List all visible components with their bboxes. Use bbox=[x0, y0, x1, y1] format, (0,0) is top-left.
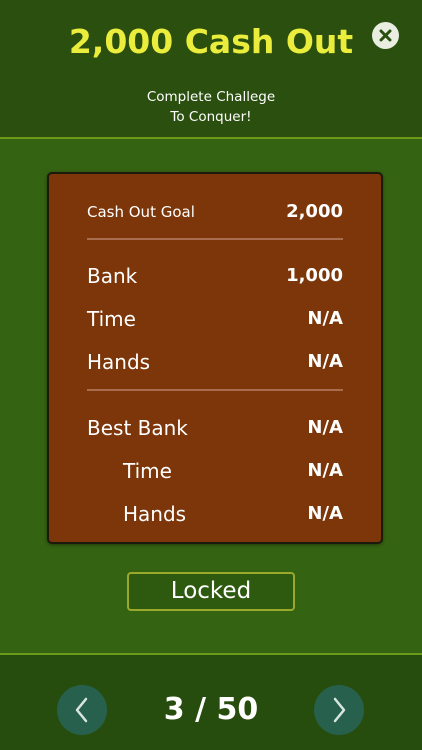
time-label: Time bbox=[87, 307, 136, 331]
stats-card: Cash Out Goal 2,000 Bank 1,000 Time N/A … bbox=[47, 172, 383, 544]
best-time-value: N/A bbox=[307, 460, 343, 481]
best-bank-label: Best Bank bbox=[87, 416, 188, 440]
next-button[interactable] bbox=[314, 685, 364, 735]
best-time-label: Time bbox=[123, 459, 172, 483]
close-button[interactable] bbox=[372, 22, 399, 49]
bank-row: Bank 1,000 bbox=[49, 261, 385, 291]
time-row: Time N/A bbox=[49, 304, 385, 334]
hands-label: Hands bbox=[87, 350, 151, 374]
locked-button[interactable]: Locked bbox=[127, 572, 295, 611]
goal-value: 2,000 bbox=[286, 201, 343, 222]
page-indicator: 3 / 50 bbox=[163, 692, 259, 727]
goal-row: Cash Out Goal 2,000 bbox=[49, 197, 385, 227]
page-subtitle: Complete Challege To Conquer! bbox=[0, 87, 422, 127]
divider bbox=[87, 238, 343, 240]
bank-label: Bank bbox=[87, 264, 138, 288]
best-bank-value: N/A bbox=[307, 417, 343, 438]
best-hands-row: Hands N/A bbox=[49, 499, 385, 529]
goal-label: Cash Out Goal bbox=[87, 203, 195, 221]
best-hands-value: N/A bbox=[307, 503, 343, 524]
best-time-row: Time N/A bbox=[49, 456, 385, 486]
page-title: 2,000 Cash Out bbox=[68, 22, 354, 61]
subtitle-line-1: Complete Challege bbox=[146, 89, 276, 105]
best-hands-label: Hands bbox=[123, 502, 187, 526]
close-icon bbox=[379, 29, 392, 42]
divider bbox=[87, 389, 343, 391]
header: 2,000 Cash Out Complete Challege To Conq… bbox=[0, 0, 422, 139]
hands-value: N/A bbox=[307, 351, 343, 372]
hands-row: Hands N/A bbox=[49, 347, 385, 377]
subtitle-line-2: To Conquer! bbox=[170, 109, 252, 125]
bank-value: 1,000 bbox=[286, 265, 343, 286]
chevron-right-icon bbox=[333, 697, 346, 723]
previous-button[interactable] bbox=[57, 685, 107, 735]
time-value: N/A bbox=[307, 308, 343, 329]
best-bank-row: Best Bank N/A bbox=[49, 413, 385, 443]
chevron-left-icon bbox=[75, 697, 88, 723]
